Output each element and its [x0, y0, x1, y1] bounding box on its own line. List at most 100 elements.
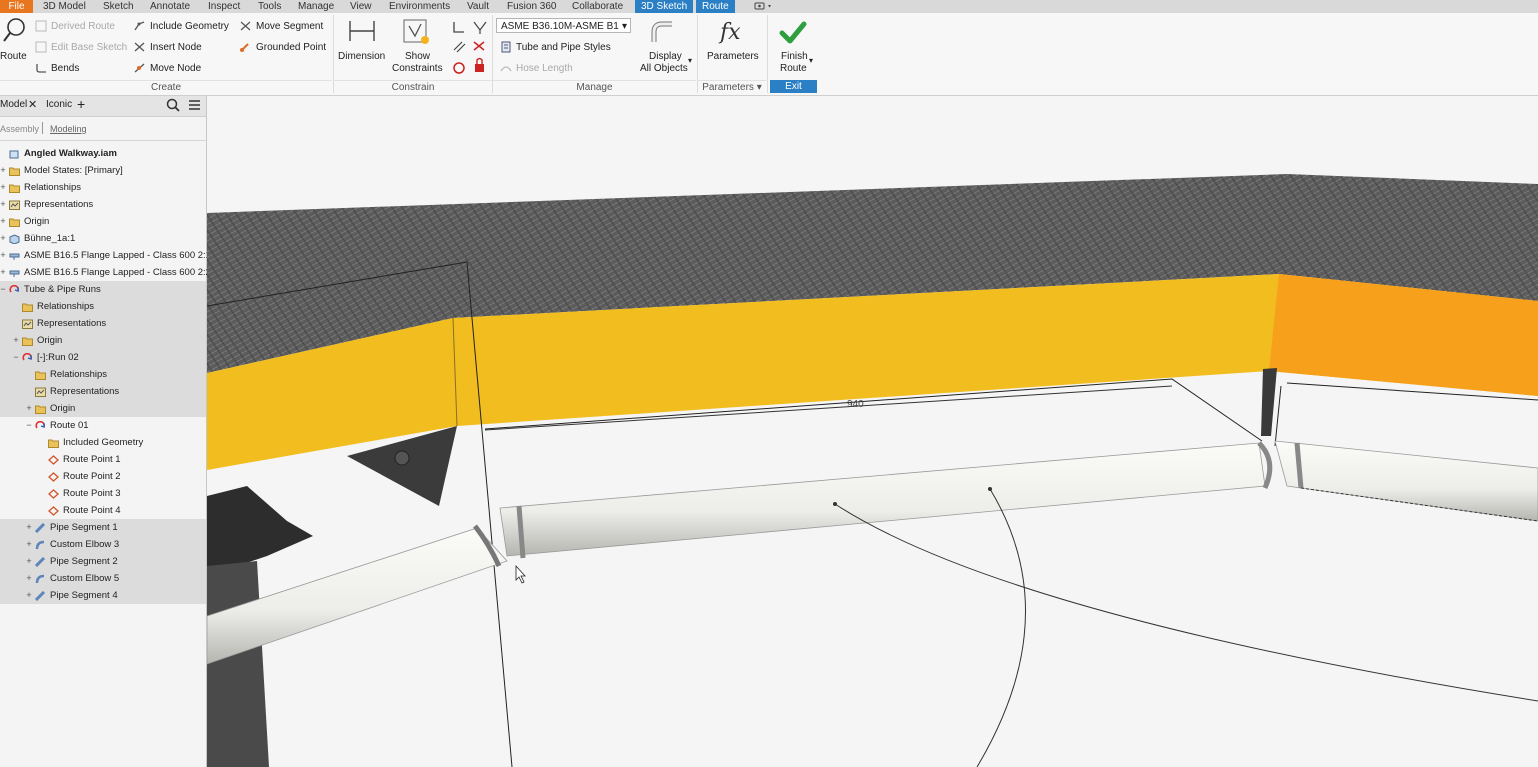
collapse-icon[interactable]: − [12, 349, 20, 366]
tree-item-origin[interactable]: + Origin [0, 400, 206, 417]
expand-icon[interactable]: + [0, 179, 7, 196]
tree-item-custom-elbow-5[interactable]: + Custom Elbow 5 [0, 570, 206, 587]
tree-item-run-02[interactable]: − [-]:Run 02 [0, 349, 206, 366]
graphics-viewport[interactable]: 940 [207, 96, 1538, 767]
menu-route[interactable]: Route [696, 0, 735, 13]
menu-sketch[interactable]: Sketch [103, 0, 134, 13]
hose-length-button[interactable]: Hose Length [516, 63, 573, 74]
expand-icon[interactable]: + [25, 400, 33, 417]
tree-item-representations[interactable]: + Representations [0, 196, 206, 213]
expand-icon[interactable]: + [0, 213, 7, 230]
route-button[interactable]: Route [0, 51, 27, 62]
edit-base-sketch-button[interactable]: Edit Base Sketch [51, 42, 127, 53]
tree-item-route-point-4[interactable]: Route Point 4 [0, 502, 206, 519]
dimension-icon[interactable] [348, 19, 376, 46]
derived-route-button[interactable]: Derived Route [51, 21, 115, 32]
menu-fusion-360[interactable]: Fusion 360 [507, 0, 556, 13]
tree-item-pipe-segment-4[interactable]: + Pipe Segment 4 [0, 587, 206, 604]
move-node-button[interactable]: Move Node [150, 63, 201, 74]
expand-icon[interactable]: + [0, 230, 7, 247]
finish-route-label[interactable]: Route [780, 63, 807, 74]
style-select[interactable]: ASME B36.10M-ASME B1 ▾ [496, 18, 631, 33]
quick-access-dropdown-icon[interactable] [753, 0, 775, 13]
filter-modeling[interactable]: Modeling [50, 124, 87, 134]
filter-assembly[interactable]: Assembly [0, 124, 39, 134]
menu-environments[interactable]: Environments [389, 0, 450, 13]
tab-model[interactable]: Model [0, 99, 27, 110]
tree-item-representations[interactable]: Representations [0, 383, 206, 400]
tree-item-model-states[interactable]: + Model States: [Primary] [0, 162, 206, 179]
tree-item-pipe-segment-2[interactable]: + Pipe Segment 2 [0, 553, 206, 570]
tree-item-origin[interactable]: + Origin [0, 332, 206, 349]
finish-label[interactable]: Finish [781, 51, 808, 62]
menu-vault[interactable]: Vault [467, 0, 489, 13]
display-all-objects-icon[interactable] [650, 20, 676, 49]
tree-item-custom-elbow-3[interactable]: + Custom Elbow 3 [0, 536, 206, 553]
collapse-icon[interactable]: − [0, 281, 7, 298]
checkmark-icon[interactable] [779, 20, 807, 49]
menu-view[interactable]: View [350, 0, 372, 13]
add-tab-icon[interactable]: + [77, 96, 85, 112]
bends-button[interactable]: Bends [51, 63, 79, 74]
collapse-icon[interactable]: − [25, 417, 33, 434]
tab-iconic[interactable]: Iconic [46, 99, 72, 110]
route-icon[interactable] [2, 16, 28, 49]
steel-beam[interactable] [207, 486, 313, 566]
display-label[interactable]: Display [649, 51, 682, 62]
dimension-value[interactable]: 940 [847, 399, 864, 410]
tree-item-relationships[interactable]: Relationships [0, 366, 206, 383]
tree-item-assembly-root[interactable]: Angled Walkway.iam [0, 145, 206, 162]
sketch-arc[interactable] [976, 488, 1026, 767]
parameters-button[interactable]: Parameters [707, 51, 759, 62]
tree-item-tube-pipe-runs[interactable]: − Tube & Pipe Runs [0, 281, 206, 298]
sketch-line[interactable] [1274, 385, 1282, 447]
expand-icon[interactable]: + [0, 196, 7, 213]
menu-3d-sketch[interactable]: 3D Sketch [635, 0, 694, 13]
expand-icon[interactable]: + [25, 587, 33, 604]
menu-manage[interactable]: Manage [298, 0, 334, 13]
expand-icon[interactable]: + [12, 332, 20, 349]
tree-item-route-point-3[interactable]: Route Point 3 [0, 485, 206, 502]
3d-scene[interactable]: 940 [207, 96, 1538, 767]
route-point[interactable] [833, 502, 837, 506]
show-label[interactable]: Show [405, 51, 430, 62]
create-panel-label[interactable]: Create [0, 80, 332, 94]
steel-column[interactable] [207, 561, 269, 767]
tree-item-included-geometry[interactable]: Included Geometry [0, 434, 206, 451]
menu-3d-model[interactable]: 3D Model [43, 0, 86, 13]
all-objects-label[interactable]: All Objects [640, 63, 688, 74]
exit-panel-label[interactable]: Exit [770, 80, 817, 93]
expand-icon[interactable]: + [25, 570, 33, 587]
menu-file[interactable]: File [0, 0, 33, 13]
tree-item-relationships[interactable]: + Relationships [0, 179, 206, 196]
tree-item-buhne[interactable]: + Bühne_1a:1 [0, 230, 206, 247]
expand-icon[interactable]: + [0, 264, 7, 281]
insert-node-button[interactable]: Insert Node [150, 42, 202, 53]
tube-pipe-styles-button[interactable]: Tube and Pipe Styles [516, 42, 611, 53]
constraints-label[interactable]: Constraints [392, 63, 443, 74]
parameters-panel-label[interactable]: Parameters ▾ [698, 80, 766, 94]
tree-item-route-point-1[interactable]: Route Point 1 [0, 451, 206, 468]
tree-item-representations[interactable]: Representations [0, 315, 206, 332]
chevron-down-icon[interactable]: ▾ [809, 56, 813, 65]
chevron-down-icon[interactable]: ▾ [688, 56, 692, 65]
expand-icon[interactable]: + [25, 519, 33, 536]
fx-icon[interactable]: fx [718, 19, 750, 50]
expand-icon[interactable]: + [25, 553, 33, 570]
menu-annotate[interactable]: Annotate [150, 0, 190, 13]
pipe-segment-4[interactable] [1274, 440, 1538, 522]
tree-item-flange-1[interactable]: + ASME B16.5 Flange Lapped - Class 600 2:… [0, 247, 211, 264]
route-point[interactable] [988, 487, 992, 491]
pipe-segment-2[interactable] [499, 442, 1266, 557]
show-constraints-icon[interactable] [403, 18, 433, 51]
tree-item-flange-2[interactable]: + ASME B16.5 Flange Lapped - Class 600 2:… [0, 264, 211, 281]
tree-item-pipe-segment-1[interactable]: + Pipe Segment 1 [0, 519, 206, 536]
close-icon[interactable]: ✕ [28, 98, 37, 111]
move-segment-button[interactable]: Move Segment [256, 21, 323, 32]
tree-item-route-01[interactable]: − Route 01 [0, 417, 206, 434]
menu-inspect[interactable]: Inspect [208, 0, 240, 13]
tree-item-relationships[interactable]: Relationships [0, 298, 206, 315]
dimension-button[interactable]: Dimension [338, 51, 385, 62]
tree-item-route-point-2[interactable]: Route Point 2 [0, 468, 206, 485]
menu-tools[interactable]: Tools [258, 0, 281, 13]
